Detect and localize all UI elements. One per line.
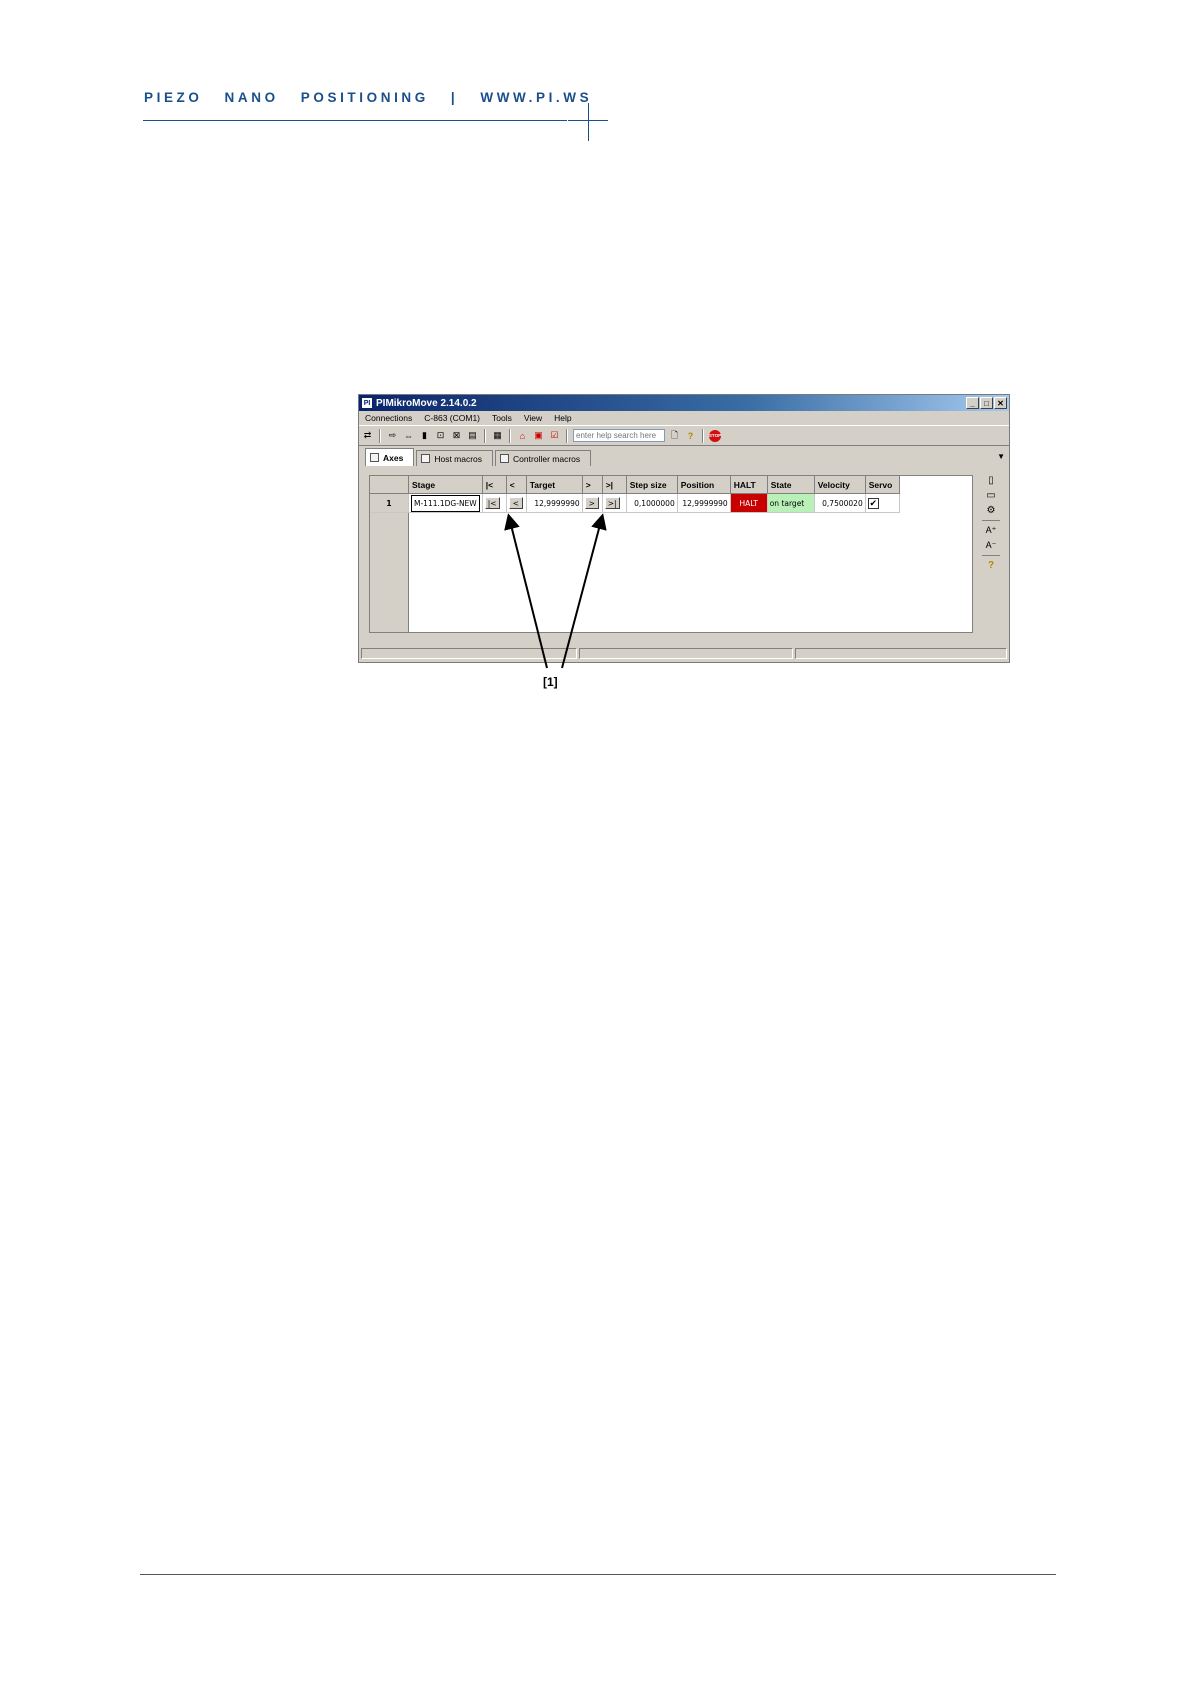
callout-label: [1]	[543, 675, 558, 689]
arrow-to-step-back	[504, 513, 548, 669]
arrow-to-step-forward	[561, 513, 607, 669]
annotation-arrows	[504, 513, 607, 669]
footer-rule	[140, 1574, 1056, 1575]
